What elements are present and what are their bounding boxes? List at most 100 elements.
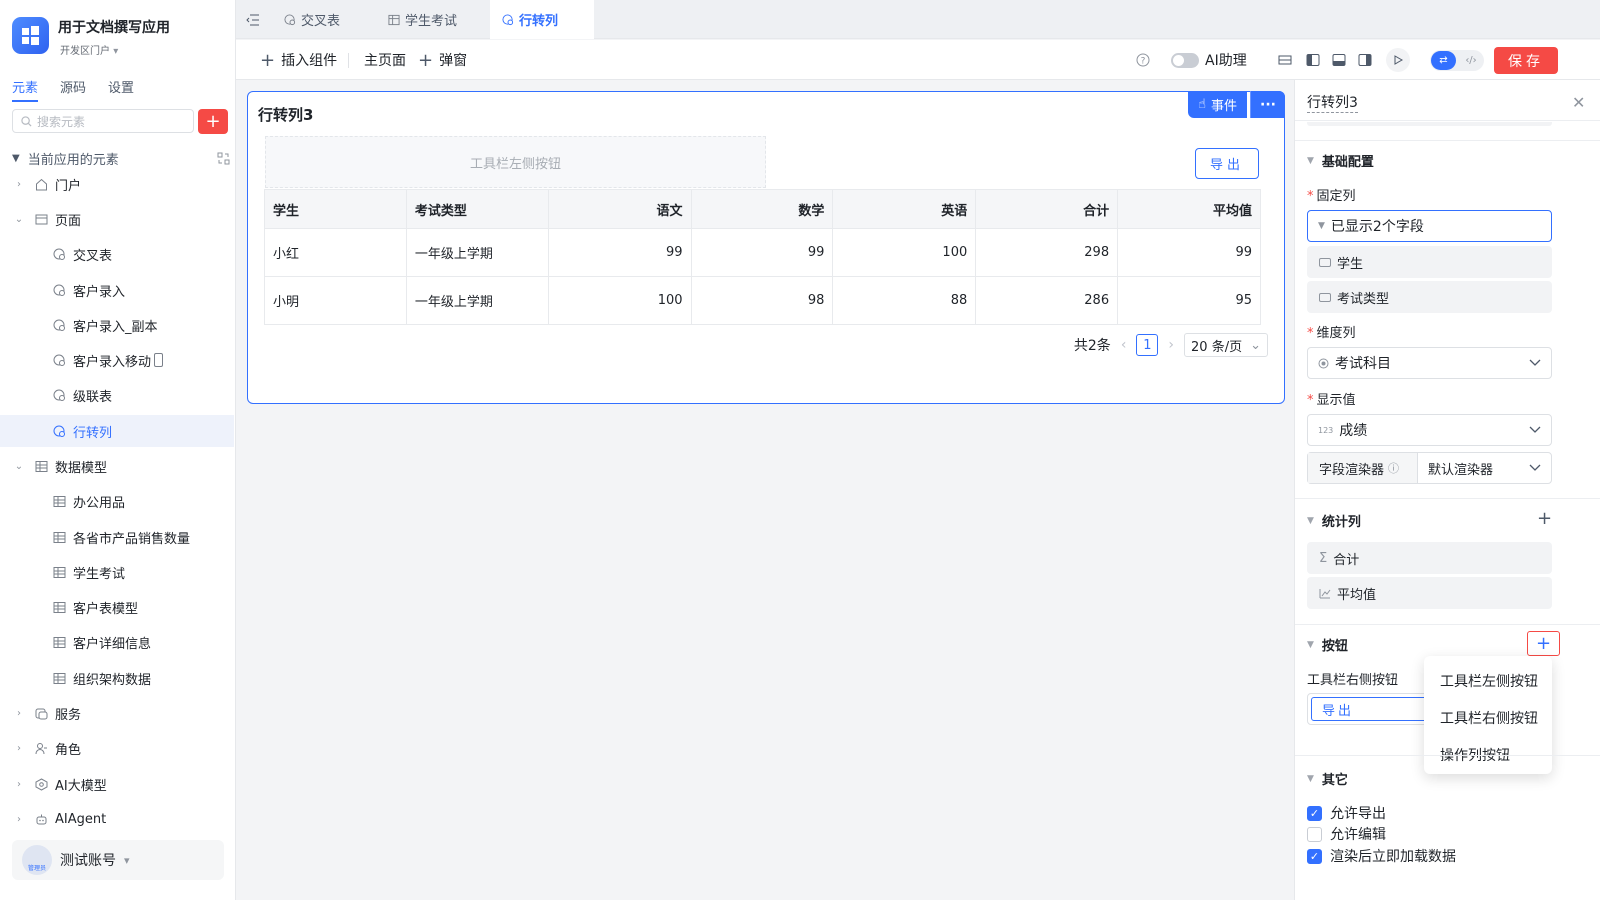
event-button[interactable]: ☝ 事件 [1188, 91, 1247, 118]
help-icon[interactable]: ? [1136, 40, 1150, 80]
fixed-col-select[interactable]: ▼ 已显示2个字段 [1307, 210, 1552, 242]
sidebar-item-province-sales[interactable]: 各省市产品销售数量 [0, 521, 234, 553]
add-button-dropdown: 工具栏左侧按钮 工具栏右侧按钮 操作列按钮 [1424, 656, 1552, 774]
account-role: 管理员 [27, 865, 46, 872]
sidebar-item-org-data[interactable]: 组织架构数据 [0, 662, 234, 694]
prev-page-icon[interactable]: ‹ [1121, 337, 1127, 353]
more-icon[interactable]: ··· [1250, 91, 1285, 118]
column-header[interactable]: 平均值 [1117, 189, 1261, 229]
stat-item-average[interactable]: 平均值 [1307, 577, 1552, 609]
sidebar-item-customer-entry-mobile[interactable]: 客户录入移动 [0, 344, 234, 376]
tab-elements[interactable]: 元素 [12, 77, 39, 102]
tab-crosstab[interactable]: 交叉表 [272, 0, 352, 39]
info-icon[interactable]: ⓘ [1388, 460, 1399, 476]
locate-icon[interactable] [217, 152, 230, 165]
add-element-button[interactable]: + [198, 109, 228, 134]
menu-item-left-toolbar-button[interactable]: 工具栏左侧按钮 [1424, 662, 1552, 699]
sidebar-item-services[interactable]: › 服务 [0, 697, 234, 729]
avatar: 管理员 [22, 845, 52, 875]
search-input[interactable]: 搜索元素 [12, 109, 194, 133]
sidebar-item-customer-entry-copy[interactable]: 客户录入_副本 [0, 309, 234, 341]
display-value-select[interactable]: 123 成绩 [1307, 414, 1552, 446]
sidebar-item-office-supplies[interactable]: 办公用品 [0, 485, 234, 517]
column-header[interactable]: 合计 [975, 189, 1119, 229]
sidebar-item-cascade[interactable]: 级联表 [0, 379, 234, 411]
account-menu[interactable]: 管理员 测试账号 ▾ [12, 840, 224, 880]
tab-source[interactable]: 源码 [60, 77, 86, 102]
collapse-sidebar-icon[interactable] [236, 0, 270, 39]
column-header[interactable]: 英语 [832, 189, 977, 229]
tab-student-exam[interactable]: 学生考试 [376, 0, 469, 39]
sidebar-item-label: 交叉表 [73, 248, 113, 264]
tab-row-to-column[interactable]: 行转列 [490, 0, 594, 39]
row-to-column-component[interactable]: 行转列3 ☝ 事件 ··· 工具栏左侧按钮 导出 学生 考试类型 语文 数学 英语… [247, 91, 1285, 404]
sidebar-item-customer-model[interactable]: 客户表模型 [0, 591, 234, 623]
renderer-select[interactable]: 默认渲染器 [1418, 453, 1551, 483]
page-number[interactable]: 1 [1136, 334, 1159, 356]
stat-item-sum[interactable]: Σ 合计 [1307, 542, 1552, 574]
column-header[interactable]: 数学 [690, 189, 834, 229]
table-cell: 298 [975, 228, 1119, 277]
app-env-selector[interactable]: 开发区门户 ▾ [60, 42, 118, 57]
ai-assistant-toggle[interactable]: AI助理 [1171, 40, 1247, 80]
sidebar-item-row-to-column[interactable]: 行转列 [0, 415, 234, 447]
design-mode-switch[interactable]: ⇄ ‹/› [1430, 50, 1484, 71]
dimension-value: 考试科目 [1335, 356, 1391, 372]
sidebar-item-customer-detail[interactable]: 客户详细信息 [0, 626, 234, 658]
table-icon [388, 14, 400, 26]
next-page-icon[interactable]: › [1168, 337, 1174, 353]
chevron-down-icon: ⌄ [14, 213, 24, 225]
left-panel-icon[interactable] [1306, 40, 1320, 80]
save-button[interactable]: 保存 [1494, 47, 1558, 74]
add-stat-column-icon[interactable]: + [1537, 508, 1552, 529]
renderer-label: 字段渲染器 [1319, 462, 1385, 478]
preview-play-icon[interactable] [1386, 48, 1410, 72]
column-header[interactable]: 学生 [264, 189, 407, 229]
visual-mode-icon[interactable]: ⇄ [1431, 51, 1456, 70]
service-icon [34, 706, 48, 720]
left-toolbar-dropzone[interactable]: 工具栏左侧按钮 [265, 136, 766, 188]
sidebar-item-customer-entry[interactable]: 客户录入 [0, 274, 234, 306]
sidebar-item-data-model[interactable]: ⌄ 数据模型 [0, 450, 234, 482]
right-panel-icon[interactable] [1358, 40, 1372, 80]
dimension-select[interactable]: 考试科目 [1307, 347, 1552, 379]
sidebar-item-portal[interactable]: › 门户 [0, 168, 234, 200]
menu-item-right-toolbar-button[interactable]: 工具栏右侧按钮 [1424, 699, 1552, 736]
load-after-render-checkbox[interactable]: ✓ 渲染后立即加载数据 [1307, 846, 1456, 866]
fixed-field-chip[interactable]: 学生 [1307, 246, 1552, 278]
tree-header[interactable]: ▼ 当前应用的元素 [12, 149, 230, 168]
right-toolbar-buttons: 导出 [1307, 693, 1437, 725]
add-button-icon[interactable]: + [1527, 631, 1560, 656]
allow-edit-checkbox[interactable]: 允许编辑 [1307, 824, 1386, 844]
panel-title[interactable]: 行转列3 [1307, 92, 1358, 113]
tab-settings[interactable]: 设置 [108, 77, 134, 102]
sidebar-item-ai-agent[interactable]: › AIAgent [0, 803, 234, 835]
code-mode-icon[interactable]: ‹/› [1460, 51, 1482, 70]
close-icon[interactable]: ✕ [1572, 93, 1585, 112]
sidebar-item-pages[interactable]: ⌄ 页面 [0, 203, 234, 235]
fixed-field-chip[interactable]: 考试类型 [1307, 281, 1552, 313]
sidebar-item-ai-model[interactable]: › AI大模型 [0, 768, 234, 800]
sidebar-item-roles[interactable]: › 角色 [0, 732, 234, 764]
page-item-icon [52, 388, 66, 402]
popup-button[interactable]: + 弹窗 [418, 40, 467, 80]
bottom-panel-icon[interactable] [1332, 40, 1346, 80]
allow-export-checkbox[interactable]: ✓ 允许导出 [1307, 803, 1386, 823]
export-button[interactable]: 导出 [1195, 148, 1259, 179]
section-buttons[interactable]: ▼ 按钮 [1307, 635, 1348, 654]
column-header[interactable]: 语文 [547, 189, 692, 229]
insert-component-button[interactable]: + 插入组件 [260, 40, 337, 80]
popup-label: 弹窗 [439, 53, 468, 69]
section-other[interactable]: ▼ 其它 [1307, 769, 1348, 788]
section-basic-config[interactable]: ▼ 基础配置 [1307, 151, 1374, 170]
column-header[interactable]: 考试类型 [405, 189, 549, 229]
sidebar-item-crosstab[interactable]: 交叉表 [0, 238, 234, 270]
export-button-chip[interactable]: 导出 [1311, 697, 1433, 721]
layout-icon[interactable] [1278, 40, 1292, 80]
home-page-button[interactable]: 主页面 [364, 40, 406, 80]
section-stat-columns[interactable]: ▼ 统计列 [1307, 511, 1361, 530]
page-size-select[interactable]: 20 条/页 ⌄ [1184, 333, 1268, 357]
sidebar-item-label: 级联表 [73, 389, 113, 405]
table-cell: 一年级上学期 [405, 276, 549, 325]
sidebar-item-student-exam[interactable]: 学生考试 [0, 556, 234, 588]
